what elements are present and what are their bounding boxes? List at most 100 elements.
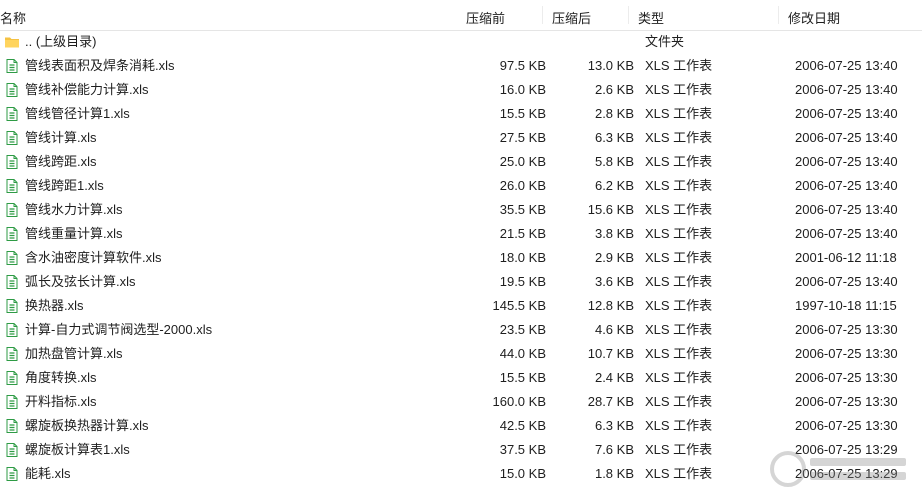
excel-file-icon bbox=[6, 467, 18, 481]
file-type: XLS 工作表 bbox=[645, 178, 713, 193]
file-name: 管线计算.xls bbox=[25, 130, 97, 145]
file-type: XLS 工作表 bbox=[645, 250, 713, 265]
file-size-after: 7.6 KB bbox=[594, 442, 634, 457]
excel-file-icon bbox=[6, 419, 18, 433]
excel-file-icon bbox=[6, 323, 18, 337]
file-size-before: 15.0 KB bbox=[499, 466, 546, 481]
file-name: 管线水力计算.xls bbox=[25, 202, 123, 217]
file-type: XLS 工作表 bbox=[645, 106, 713, 121]
file-type: XLS 工作表 bbox=[645, 346, 713, 361]
column-divider[interactable] bbox=[778, 6, 779, 24]
column-size-after-header[interactable]: 压缩后 bbox=[552, 8, 591, 27]
file-row[interactable]: 计算-自力式调节阀选型-2000.xls 23.5 KB 4.6 KB XLS 工作表… bbox=[0, 318, 922, 342]
excel-file-icon bbox=[6, 227, 18, 241]
file-size-after: 2.8 KB bbox=[594, 106, 634, 121]
file-row[interactable]: 管线表面积及焊条消耗.xls 97.5 KB 13.0 KB XLS 工作表 2006-… bbox=[0, 54, 922, 78]
file-size-after: 12.8 KB bbox=[587, 298, 634, 313]
file-row[interactable]: 换热器.xls 145.5 KB 12.8 KB XLS 工作表 1997-10-18 … bbox=[0, 294, 922, 318]
file-size-after: 15.6 KB bbox=[587, 202, 634, 217]
file-name: 弧长及弦长计算.xls bbox=[25, 274, 136, 289]
file-type: XLS 工作表 bbox=[645, 370, 713, 385]
excel-file-icon bbox=[6, 83, 18, 97]
file-size-before: 15.5 KB bbox=[499, 370, 546, 385]
file-row[interactable]: 弧长及弦长计算.xls 19.5 KB 3.6 KB XLS 工作表 2006-07-2… bbox=[0, 270, 922, 294]
file-name: 计算-自力式调节阀选型-2000.xls bbox=[25, 322, 213, 337]
file-type: XLS 工作表 bbox=[645, 466, 713, 481]
file-size-before: 26.0 KB bbox=[499, 178, 546, 193]
file-type: XLS 工作表 bbox=[645, 130, 713, 145]
file-modified-date: 2006-07-25 13:30 bbox=[795, 418, 898, 433]
file-size-after: 28.7 KB bbox=[587, 394, 634, 409]
file-modified-date: 2006-07-25 13:40 bbox=[795, 178, 898, 193]
excel-file-icon bbox=[6, 251, 18, 265]
file-size-after: 10.7 KB bbox=[587, 346, 634, 361]
excel-file-icon bbox=[6, 107, 18, 121]
file-size-before: 145.5 KB bbox=[492, 298, 547, 313]
excel-file-icon bbox=[6, 59, 18, 73]
file-name: 管线管径计算1.xls bbox=[25, 106, 130, 121]
file-type: XLS 工作表 bbox=[645, 202, 713, 217]
file-row[interactable]: 管线水力计算.xls 35.5 KB 15.6 KB XLS 工作表 2006-07-2… bbox=[0, 198, 922, 222]
parent-directory-row[interactable]: .. (上级目录) 文件夹 bbox=[0, 30, 922, 54]
file-size-before: 160.0 KB bbox=[492, 394, 547, 409]
file-modified-date: 2006-07-25 13:30 bbox=[795, 370, 898, 385]
folder-icon bbox=[5, 37, 19, 48]
file-size-before: 18.0 KB bbox=[499, 250, 546, 265]
file-row[interactable]: 管线补偿能力计算.xls 16.0 KB 2.6 KB XLS 工作表 2006-07-… bbox=[0, 78, 922, 102]
file-size-before: 97.5 KB bbox=[499, 58, 546, 73]
file-name: 管线跨距.xls bbox=[25, 154, 97, 169]
excel-file-icon bbox=[6, 347, 18, 361]
file-row[interactable]: 含水油密度计算软件.xls 18.0 KB 2.9 KB XLS 工作表 2001-06… bbox=[0, 246, 922, 270]
file-type: XLS 工作表 bbox=[645, 442, 713, 457]
file-modified-date: 2001-06-12 11:18 bbox=[795, 250, 897, 265]
file-row[interactable]: 管线跨距.xls 25.0 KB 5.8 KB XLS 工作表 2006-07-25 1… bbox=[0, 150, 922, 174]
excel-file-icon bbox=[6, 275, 18, 289]
file-modified-date: 2006-07-25 13:40 bbox=[795, 274, 898, 289]
column-divider[interactable] bbox=[628, 6, 629, 24]
file-row[interactable]: 管线跨距1.xls 26.0 KB 6.2 KB XLS 工作表 2006-07-25 … bbox=[0, 174, 922, 198]
excel-file-icon bbox=[6, 131, 18, 145]
file-name: 螺旋板计算表1.xls bbox=[25, 442, 130, 457]
file-row[interactable]: 螺旋板计算表1.xls 37.5 KB 7.6 KB XLS 工作表 2006-07-2… bbox=[0, 438, 922, 462]
file-row[interactable]: 管线管径计算1.xls 15.5 KB 2.8 KB XLS 工作表 2006-07-2… bbox=[0, 102, 922, 126]
file-row[interactable]: 角度转换.xls 15.5 KB 2.4 KB XLS 工作表 2006-07-25 1… bbox=[0, 366, 922, 390]
file-name: 开料指标.xls bbox=[25, 394, 97, 409]
file-modified-date: 2006-07-25 13:29 bbox=[795, 466, 898, 481]
excel-file-icon bbox=[6, 443, 18, 457]
file-name: 管线补偿能力计算.xls bbox=[25, 82, 149, 97]
file-name: 加热盘管计算.xls bbox=[25, 346, 123, 361]
file-size-before: 35.5 KB bbox=[499, 202, 546, 217]
file-modified-date: 2006-07-25 13:30 bbox=[795, 346, 898, 361]
file-size-before: 27.5 KB bbox=[499, 130, 546, 145]
column-modified-header[interactable]: 修改日期 bbox=[788, 8, 840, 27]
file-size-before: 19.5 KB bbox=[499, 274, 546, 289]
file-size-after: 5.8 KB bbox=[594, 154, 634, 169]
file-name: 管线表面积及焊条消耗.xls bbox=[25, 58, 175, 73]
file-name: 螺旋板换热器计算.xls bbox=[25, 418, 149, 433]
file-name: 换热器.xls bbox=[25, 298, 84, 313]
column-name-header[interactable]: 名称 bbox=[0, 8, 26, 27]
file-type: XLS 工作表 bbox=[645, 226, 713, 241]
file-row[interactable]: 管线计算.xls 27.5 KB 6.3 KB XLS 工作表 2006-07-25 1… bbox=[0, 126, 922, 150]
column-size-before-header[interactable]: 压缩前 bbox=[466, 8, 505, 27]
file-size-after: 13.0 KB bbox=[587, 58, 634, 73]
column-type-header[interactable]: 类型 bbox=[638, 8, 664, 27]
file-type: XLS 工作表 bbox=[645, 58, 713, 73]
file-row[interactable]: 螺旋板换热器计算.xls 42.5 KB 6.3 KB XLS 工作表 2006-07-… bbox=[0, 414, 922, 438]
file-size-after: 2.4 KB bbox=[594, 370, 634, 385]
file-name: 含水油密度计算软件.xls bbox=[25, 250, 162, 265]
file-size-after: 2.6 KB bbox=[594, 82, 634, 97]
file-row[interactable]: 能耗.xls 15.0 KB 1.8 KB XLS 工作表 2006-07-25 13:… bbox=[0, 462, 922, 486]
file-list: .. (上级目录) 文件夹 管线表面积及焊条消耗.xls 97.5 KB 13.0 … bbox=[0, 30, 922, 486]
file-size-after: 3.6 KB bbox=[594, 274, 634, 289]
column-divider[interactable] bbox=[542, 6, 543, 24]
file-modified-date: 2006-07-25 13:40 bbox=[795, 154, 898, 169]
file-size-after: 2.9 KB bbox=[594, 250, 634, 265]
file-size-before: 15.5 KB bbox=[499, 106, 546, 121]
excel-file-icon bbox=[6, 395, 18, 409]
file-row[interactable]: 开料指标.xls 160.0 KB 28.7 KB XLS 工作表 2006-07-25… bbox=[0, 390, 922, 414]
file-row[interactable]: 加热盘管计算.xls 44.0 KB 10.7 KB XLS 工作表 2006-07-2… bbox=[0, 342, 922, 366]
file-size-before: 21.5 KB bbox=[499, 226, 546, 241]
file-row[interactable]: 管线重量计算.xls 21.5 KB 3.8 KB XLS 工作表 2006-07-25… bbox=[0, 222, 922, 246]
file-size-after: 6.3 KB bbox=[594, 130, 634, 145]
